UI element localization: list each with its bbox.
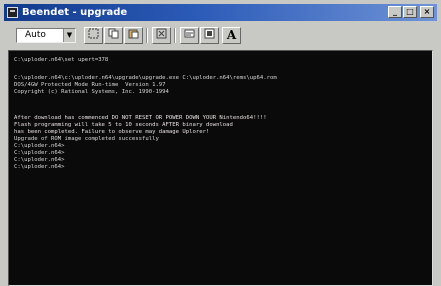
console-prompt: C:\uploder.n64> bbox=[14, 143, 65, 149]
console-line: Copyright (c) Rational Systems, Inc. 199… bbox=[14, 89, 169, 95]
close-button[interactable]: × bbox=[420, 6, 434, 18]
background-icon[interactable] bbox=[200, 27, 219, 44]
toolbar-separator bbox=[174, 28, 176, 43]
console-window: Beendet - upgrade _ □ × Auto ▼ A C:\uplo… bbox=[0, 0, 441, 286]
title-bar[interactable]: Beendet - upgrade _ □ × bbox=[4, 4, 437, 21]
console-line: C:\uploder.n64\set upert=378 bbox=[14, 57, 109, 63]
toolbar: Auto ▼ A bbox=[4, 22, 437, 48]
fullscreen-icon[interactable] bbox=[152, 27, 171, 44]
chevron-down-icon[interactable]: ▼ bbox=[63, 29, 75, 42]
console-prompt: C:\uploder.n64> bbox=[14, 157, 65, 163]
msdos-icon[interactable] bbox=[7, 7, 18, 18]
paste-icon[interactable] bbox=[124, 27, 143, 44]
maximize-button[interactable]: □ bbox=[403, 6, 417, 18]
font-size-value: Auto bbox=[25, 30, 46, 40]
font-size-select[interactable]: Auto ▼ bbox=[16, 28, 76, 43]
font-button[interactable]: A bbox=[222, 27, 241, 44]
console-line: Upgrade of ROM image completed successfu… bbox=[14, 136, 159, 142]
toolbar-separator bbox=[146, 28, 148, 43]
window-title: Beendet - upgrade bbox=[22, 7, 128, 18]
properties-icon[interactable] bbox=[180, 27, 199, 44]
console-line: C:\uploder.n64\c:\uploder.n64\upgrade\up… bbox=[14, 75, 277, 81]
console-output[interactable]: C:\uploder.n64\set upert=378 C:\uploder.… bbox=[8, 50, 433, 286]
console-line: After download has commenced DO NOT RESE… bbox=[14, 115, 267, 121]
console-line: DOS/4GW Protected Mode Run-time Version … bbox=[14, 82, 166, 88]
console-prompt: C:\uploder.n64> bbox=[14, 150, 65, 156]
console-line: has been completed. Failure to observe m… bbox=[14, 129, 210, 135]
mark-icon[interactable] bbox=[84, 27, 103, 44]
console-line: Flash programming will take 5 to 10 seco… bbox=[14, 122, 233, 128]
minimize-button[interactable]: _ bbox=[388, 6, 402, 18]
copy-icon[interactable] bbox=[104, 27, 123, 44]
console-prompt: C:\uploder.n64> bbox=[14, 164, 65, 170]
